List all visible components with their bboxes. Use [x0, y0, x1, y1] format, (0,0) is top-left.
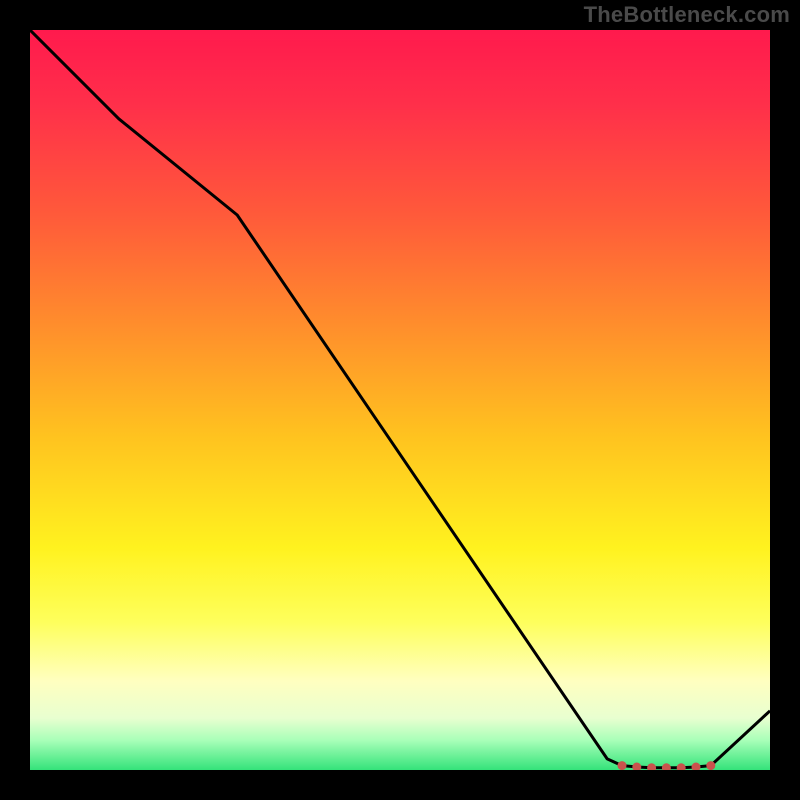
highlight-dot [647, 763, 656, 770]
bottleneck-curve-path [30, 30, 770, 768]
chart-frame: TheBottleneck.com [0, 0, 800, 800]
highlight-dot [706, 761, 715, 770]
plot-area [30, 30, 770, 770]
highlight-dot [677, 763, 686, 770]
chart-svg [30, 30, 770, 770]
highlight-dot [662, 763, 671, 770]
highlight-dot [692, 763, 701, 771]
highlight-dot [618, 761, 627, 770]
highlight-dot [632, 763, 641, 771]
watermark-text: TheBottleneck.com [584, 2, 790, 28]
